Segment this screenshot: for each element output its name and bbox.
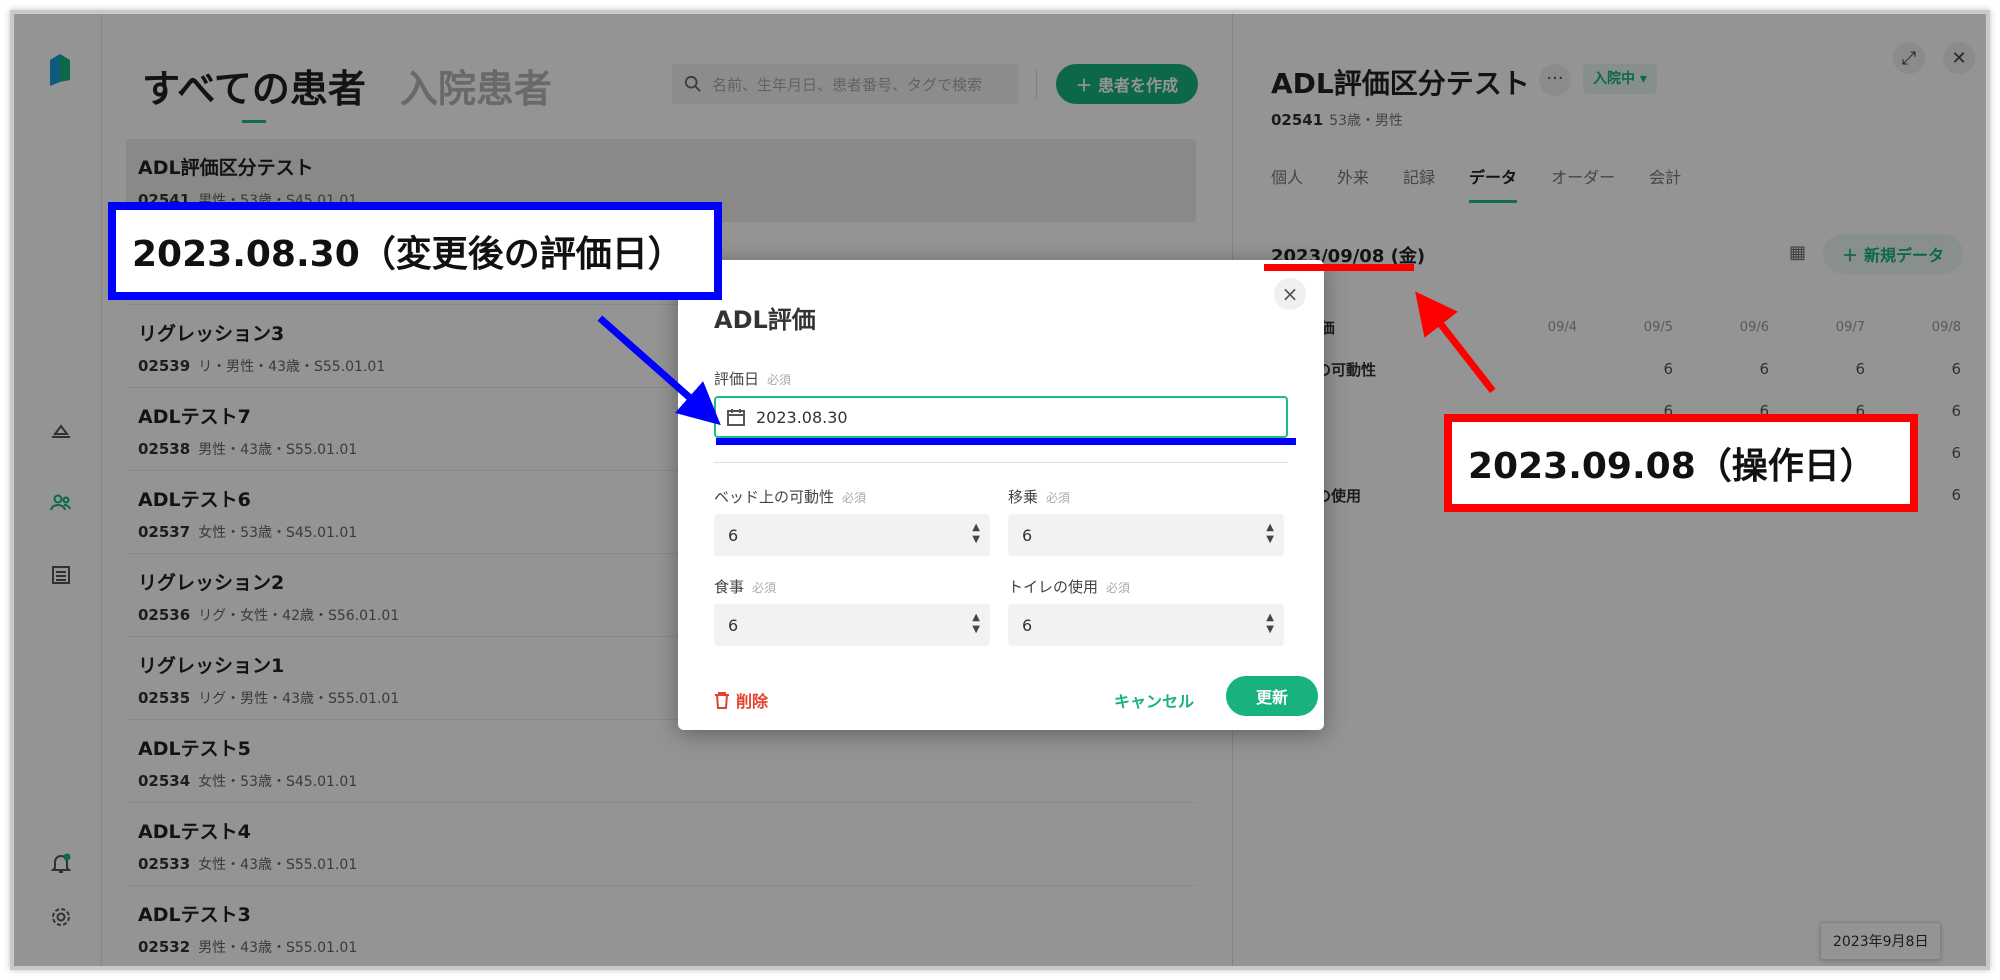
transfer-label: 移乗 必須 [1008, 486, 1070, 507]
red-annotation-underline [1264, 264, 1414, 271]
blue-annotation-callout: 2023.08.30（変更後の評価日） [108, 202, 722, 300]
blue-annotation-underline [716, 438, 1296, 445]
required-tag: 必須 [1106, 581, 1131, 595]
cancel-button[interactable]: キャンセル [1114, 688, 1194, 712]
eating-label: 食事 必須 [714, 576, 776, 597]
divider [714, 462, 1288, 463]
delete-label: 削除 [736, 692, 769, 711]
evaluation-date-value: 2023.08.30 [756, 407, 848, 427]
stepper-value: 6 [728, 615, 739, 635]
stepper-arrows-icon[interactable]: ▲ ▼ [972, 522, 980, 546]
dialog-title: ADL評価 [714, 306, 816, 334]
field-label-text: トイレの使用 [1008, 578, 1099, 596]
calendar-icon [727, 409, 745, 426]
toilet-use-stepper[interactable]: 6 ▲ ▼ [1008, 604, 1284, 646]
stepper-arrows-icon[interactable]: ▲ ▼ [972, 612, 980, 636]
bed-mobility-stepper[interactable]: 6 ▲ ▼ [714, 514, 990, 556]
field-label-text: ベッド上の可動性 [714, 488, 835, 506]
stepper-arrows-icon[interactable]: ▲ ▼ [1266, 612, 1274, 636]
red-annotation-callout: 2023.09.08（操作日） [1444, 414, 1918, 512]
evaluation-date-input[interactable]: 2023.08.30 [714, 396, 1288, 438]
bed-mobility-label: ベッド上の可動性 必須 [714, 486, 866, 507]
required-tag: 必須 [842, 491, 867, 505]
eating-stepper[interactable]: 6 ▲ ▼ [714, 604, 990, 646]
evaluation-date-label: 評価日 必須 [714, 368, 791, 389]
stepper-value: 6 [728, 525, 739, 545]
stepper-value: 6 [1022, 525, 1033, 545]
required-tag: 必須 [767, 373, 792, 387]
update-button[interactable]: 更新 [1226, 676, 1318, 716]
field-label-text: 評価日 [714, 370, 760, 388]
field-label-text: 移乗 [1008, 488, 1039, 506]
adl-evaluation-dialog: × ADL評価 評価日 必須 2023.08.30 ベッド上の可動性 必須 6 ▲ ▼… [678, 260, 1324, 730]
stepper-arrows-icon[interactable]: ▲ ▼ [1266, 522, 1274, 546]
required-tag: 必須 [1046, 491, 1071, 505]
app-window: すべての患者 入院患者 名前、生年月日、患者番号、タグで検索 ＋ 患者を作成 A… [10, 10, 1990, 970]
required-tag: 必須 [752, 581, 777, 595]
trash-icon [715, 692, 729, 709]
close-icon[interactable]: × [1274, 278, 1306, 310]
field-label-text: 食事 [714, 578, 745, 596]
toilet-use-label: トイレの使用 必須 [1008, 576, 1130, 597]
delete-button[interactable]: 削除 [714, 688, 768, 712]
transfer-stepper[interactable]: 6 ▲ ▼ [1008, 514, 1284, 556]
stepper-value: 6 [1022, 615, 1033, 635]
